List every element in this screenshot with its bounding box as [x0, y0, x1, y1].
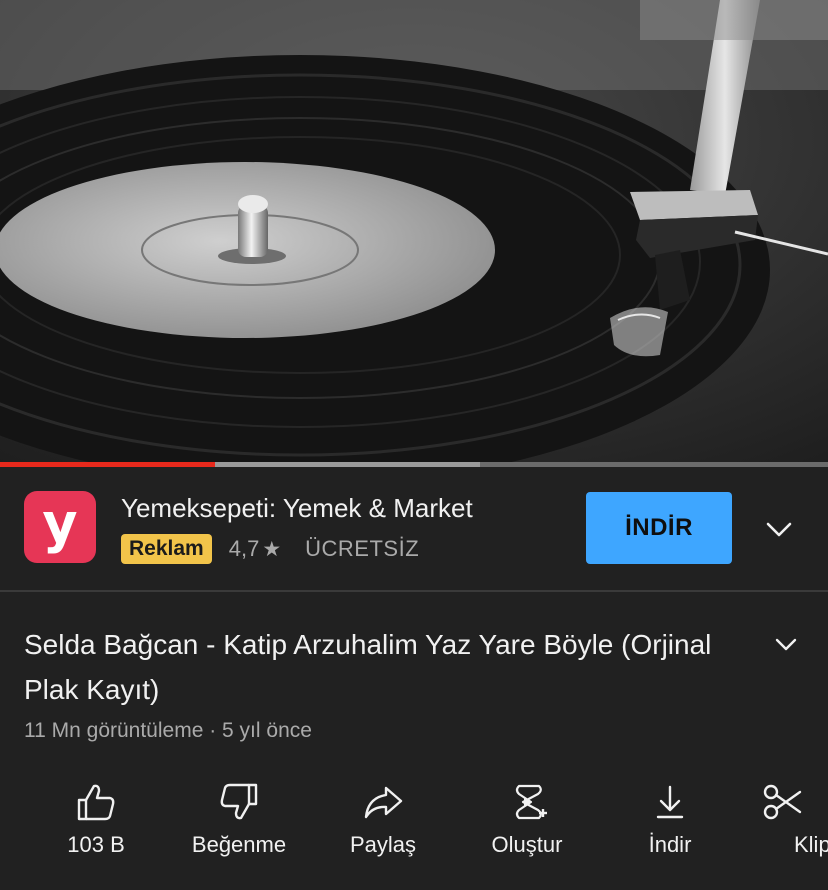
ad-badge: Reklam [121, 534, 212, 564]
app-rating: 4,7 [228, 536, 260, 561]
create-button[interactable]: Oluştur [457, 778, 597, 878]
install-button[interactable]: İNDİR [586, 492, 732, 564]
thumbs-down-icon [220, 783, 258, 820]
download-icon [656, 785, 684, 819]
ad-card[interactable]: y Yemeksepeti: Yemek & Market Reklam 4,7… [0, 467, 828, 590]
video-title[interactable]: Selda Bağcan - Katip Arzuhalim Yaz Yare … [24, 622, 744, 712]
download-button[interactable]: İndir [600, 778, 740, 878]
dislike-button[interactable]: Beğenme [169, 778, 309, 878]
ad-meta: Reklam 4,7 ★ ÜCRETSİZ [121, 534, 419, 564]
divider [0, 590, 828, 592]
video-thumbnail-image [0, 0, 828, 466]
scissors-icon [763, 784, 802, 820]
app-price: ÜCRETSİZ [305, 536, 420, 561]
share-label: Paylaş [349, 832, 417, 857]
video-meta[interactable]: 11 Mn görüntüleme · 5 yıl önce [24, 719, 312, 743]
clip-label: Klip [794, 832, 828, 857]
app-logo-letter: y [42, 492, 78, 555]
like-button[interactable]: 103 B [26, 778, 166, 878]
action-bar: 103 B Beğenme Paylaş Oluştur İndir Klip [0, 778, 828, 878]
chevron-down-icon[interactable] [760, 510, 798, 548]
star-icon: ★ [262, 537, 282, 561]
chevron-down-icon[interactable] [770, 628, 802, 660]
remix-icon [515, 784, 547, 820]
clip-button[interactable]: Klip [742, 778, 828, 878]
like-count: 103 B [67, 832, 125, 857]
thumbs-up-icon [77, 784, 115, 821]
download-label: İndir [648, 832, 692, 857]
ad-title[interactable]: Yemeksepeti: Yemek & Market [121, 493, 473, 524]
dislike-label: Beğenme [191, 832, 287, 857]
share-icon [364, 786, 403, 819]
app-logo[interactable]: y [24, 491, 96, 563]
video-player[interactable] [0, 0, 828, 466]
create-label: Oluştur [491, 832, 563, 857]
share-button[interactable]: Paylaş [313, 778, 453, 878]
